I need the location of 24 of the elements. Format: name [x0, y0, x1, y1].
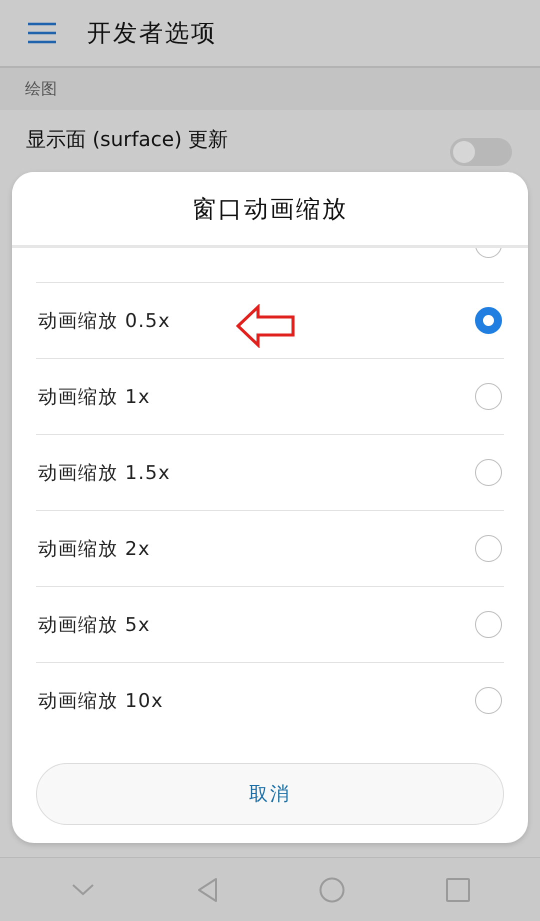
option-label[interactable]: 动画缩放 0.5x: [36, 308, 170, 334]
chevron-down-icon[interactable]: [70, 882, 94, 896]
section-header: 绘图: [25, 78, 57, 100]
radio-button[interactable]: [475, 535, 502, 562]
option-label[interactable]: 动画缩放 5x: [36, 612, 150, 638]
cancel-button[interactable]: 取消: [36, 763, 504, 825]
menu-icon[interactable]: [28, 22, 56, 44]
radio-button[interactable]: [475, 687, 502, 714]
arrow-icon: [236, 304, 296, 348]
radio-button[interactable]: [475, 459, 502, 486]
radio-button[interactable]: [475, 307, 502, 334]
recents-icon[interactable]: [446, 878, 470, 902]
option-label[interactable]: 动画缩放 10x: [36, 688, 164, 714]
radio-button[interactable]: [475, 383, 502, 410]
setting-title: 显示面 (surface) 更新: [26, 126, 230, 153]
home-icon[interactable]: [318, 876, 344, 902]
toggle-switch[interactable]: [450, 138, 512, 166]
back-icon[interactable]: [196, 876, 218, 902]
radio-button[interactable]: [475, 611, 502, 638]
option-label[interactable]: 动画缩放 2x: [36, 536, 150, 562]
option-label[interactable]: 动画缩放 1.5x: [36, 460, 170, 486]
page-title: 开发者选项: [87, 18, 217, 49]
option-label[interactable]: 动画缩放 1x: [36, 384, 150, 410]
dialog-title: 窗口动画缩放: [192, 194, 348, 224]
